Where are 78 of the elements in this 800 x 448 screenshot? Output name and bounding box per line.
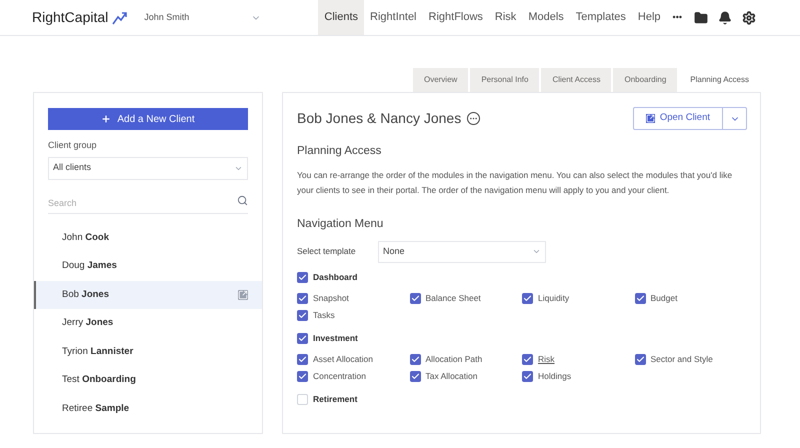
description: You can re-arrange the order of the modules in the navigation menu. You can also select the modules that you'd like your clients to see in their portal. The order of the navigation menu will apply to you and your client. (297, 169, 734, 198)
nav-tab[interactable]: Models (522, 0, 570, 35)
tab[interactable]: Personal Info (470, 68, 540, 92)
checkbox[interactable] (522, 292, 533, 304)
checkbox[interactable] (634, 354, 646, 364)
open-icon[interactable] (238, 290, 248, 300)
checkbox[interactable] (410, 370, 420, 382)
section-title: Navigation Menu (297, 217, 384, 232)
nav-tab[interactable]: RightIntel (364, 0, 423, 35)
search-field[interactable]: Search (48, 192, 248, 214)
checkbox[interactable] (297, 354, 308, 364)
chevron-down-icon (532, 247, 541, 256)
submodule-checkbox[interactable]: Tasks (297, 308, 410, 322)
more-button[interactable]: ••• (672, 10, 682, 24)
checkbox[interactable] (297, 310, 308, 320)
field-label: Select template (297, 245, 357, 258)
module-checkbox[interactable]: Retirement (297, 392, 747, 406)
submodule-checkbox[interactable]: Budget (634, 292, 747, 304)
client-list-item[interactable]: Jerry Jones (34, 309, 262, 338)
client-list-item[interactable]: Tyrion Lannister (34, 338, 262, 366)
checkbox[interactable] (410, 292, 420, 304)
checkbox[interactable] (297, 332, 308, 344)
open-client-button[interactable]: Open Client (632, 107, 723, 130)
nav-tab[interactable]: Risk (488, 0, 522, 35)
notification-icon[interactable] (718, 10, 732, 24)
submodule-checkbox[interactable]: Liquidity (522, 292, 634, 304)
plus-icon (101, 114, 112, 124)
checkbox[interactable] (297, 272, 308, 282)
field-label: Client group (48, 139, 98, 152)
check-icon (636, 354, 644, 364)
submodule-checkbox[interactable]: Concentration (297, 370, 410, 382)
submodule-checkbox[interactable]: Allocation Path (410, 352, 522, 366)
check-icon (636, 294, 644, 302)
search-icon (237, 194, 248, 206)
submodule-checkbox[interactable]: Holdings (522, 370, 634, 382)
check-icon (298, 272, 307, 282)
module-checkbox[interactable]: Dashboard (297, 270, 747, 284)
user-name[interactable]: John Smith (144, 10, 190, 24)
open-icon (646, 114, 655, 123)
logo[interactable]: RightCapital (32, 7, 108, 28)
more-options-icon[interactable] (467, 112, 480, 125)
tab[interactable]: Onboarding (613, 68, 678, 92)
client-list-item[interactable]: Bob Jones (34, 280, 262, 309)
nav-tab[interactable]: Clients (318, 0, 364, 35)
submodule-checkbox[interactable]: Snapshot (297, 292, 410, 304)
checkbox[interactable] (634, 292, 646, 304)
tab[interactable]: Overview (412, 68, 468, 92)
client-group-dropdown[interactable]: All clients (48, 156, 248, 180)
nav-tab[interactable]: RightFlows (422, 0, 489, 35)
checkbox[interactable] (297, 394, 308, 404)
module-checkbox[interactable]: Investment (297, 332, 747, 344)
folder-icon[interactable] (694, 10, 708, 24)
client-list-item[interactable]: Doug James (34, 252, 262, 280)
check-icon (298, 334, 307, 342)
template-dropdown[interactable]: None (378, 240, 546, 262)
submodule-checkbox[interactable]: Risk (522, 352, 634, 366)
checkbox[interactable] (522, 354, 533, 364)
add-client-button[interactable]: Add a New Client (48, 108, 248, 130)
client-title: Bob Jones & Nancy Jones (297, 109, 462, 128)
check-icon (410, 294, 420, 302)
checkbox[interactable] (522, 370, 533, 382)
nav-tab[interactable]: Templates (570, 0, 632, 35)
submodule-checkbox[interactable]: Tax Allocation (410, 370, 522, 382)
checkbox[interactable] (297, 370, 308, 382)
client-list-item[interactable]: Retiree Sample (34, 394, 262, 423)
client-list-item[interactable]: John Cook (34, 224, 262, 252)
checkbox[interactable] (297, 292, 308, 304)
trend-arrow-icon (112, 10, 128, 24)
section-title: Planning Access (297, 144, 382, 159)
check-icon (523, 294, 532, 302)
settings-icon[interactable] (742, 10, 756, 24)
submodule-checkbox[interactable]: Asset Allocation (297, 352, 410, 366)
tab[interactable]: Client Access (541, 68, 612, 92)
checkbox[interactable] (410, 354, 420, 364)
nav-tab[interactable]: Help (632, 0, 667, 35)
submodule-checkbox[interactable]: Balance Sheet (410, 292, 522, 304)
client-list-item[interactable]: Test Onboarding (34, 366, 262, 394)
submodule-checkbox[interactable]: Sector and Style (634, 352, 747, 366)
